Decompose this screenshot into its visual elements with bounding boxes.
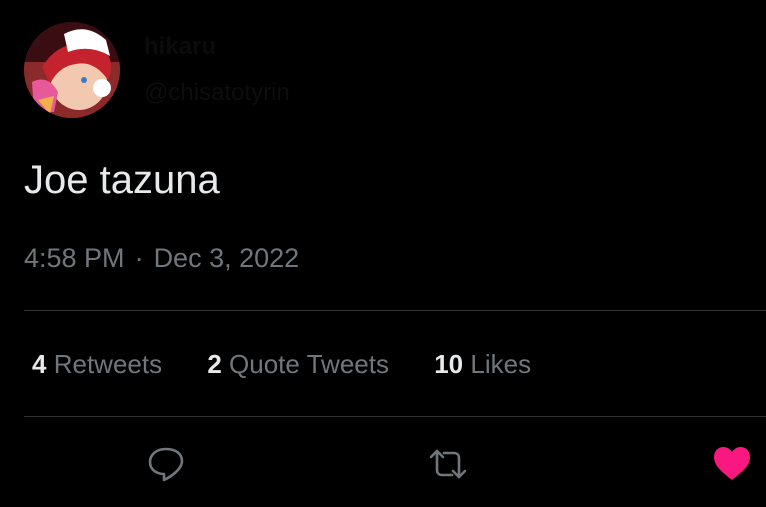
retweets-label: Retweets (53, 349, 163, 379)
reply-icon (148, 447, 184, 482)
retweets-stat[interactable]: 4 Retweets (32, 346, 162, 382)
like-button[interactable] (712, 444, 752, 484)
quote-tweets-stat[interactable]: 2 Quote Tweets (207, 346, 389, 382)
retweets-count: 4 (32, 349, 47, 379)
likes-count: 10 (434, 349, 464, 379)
tweet-time[interactable]: 4:58 PM (24, 243, 125, 273)
display-name[interactable]: hikaru (144, 32, 384, 62)
meta-separator: · (134, 243, 144, 273)
quote-tweets-count: 2 (207, 349, 222, 379)
tweet-stats: 4 Retweets 2 Quote Tweets 10 Likes (32, 346, 569, 382)
avatar-image (24, 22, 120, 118)
quote-tweets-label: Quote Tweets (229, 349, 389, 379)
likes-label: Likes (470, 349, 532, 379)
divider (24, 416, 766, 417)
avatar[interactable] (24, 22, 120, 118)
heart-icon (714, 447, 750, 480)
retweet-button[interactable] (428, 444, 468, 484)
retweet-icon (429, 449, 467, 479)
user-info: hikaru @chisatotyrin (144, 32, 384, 108)
user-handle[interactable]: @chisatotyrin (144, 78, 384, 108)
tweet-date[interactable]: Dec 3, 2022 (154, 243, 300, 273)
tweet-meta: 4:58 PM · Dec 3, 2022 (24, 240, 299, 276)
divider (24, 310, 766, 311)
likes-stat[interactable]: 10 Likes (434, 346, 531, 382)
tweet-text: Joe tazuna (24, 158, 220, 202)
reply-button[interactable] (146, 444, 186, 484)
